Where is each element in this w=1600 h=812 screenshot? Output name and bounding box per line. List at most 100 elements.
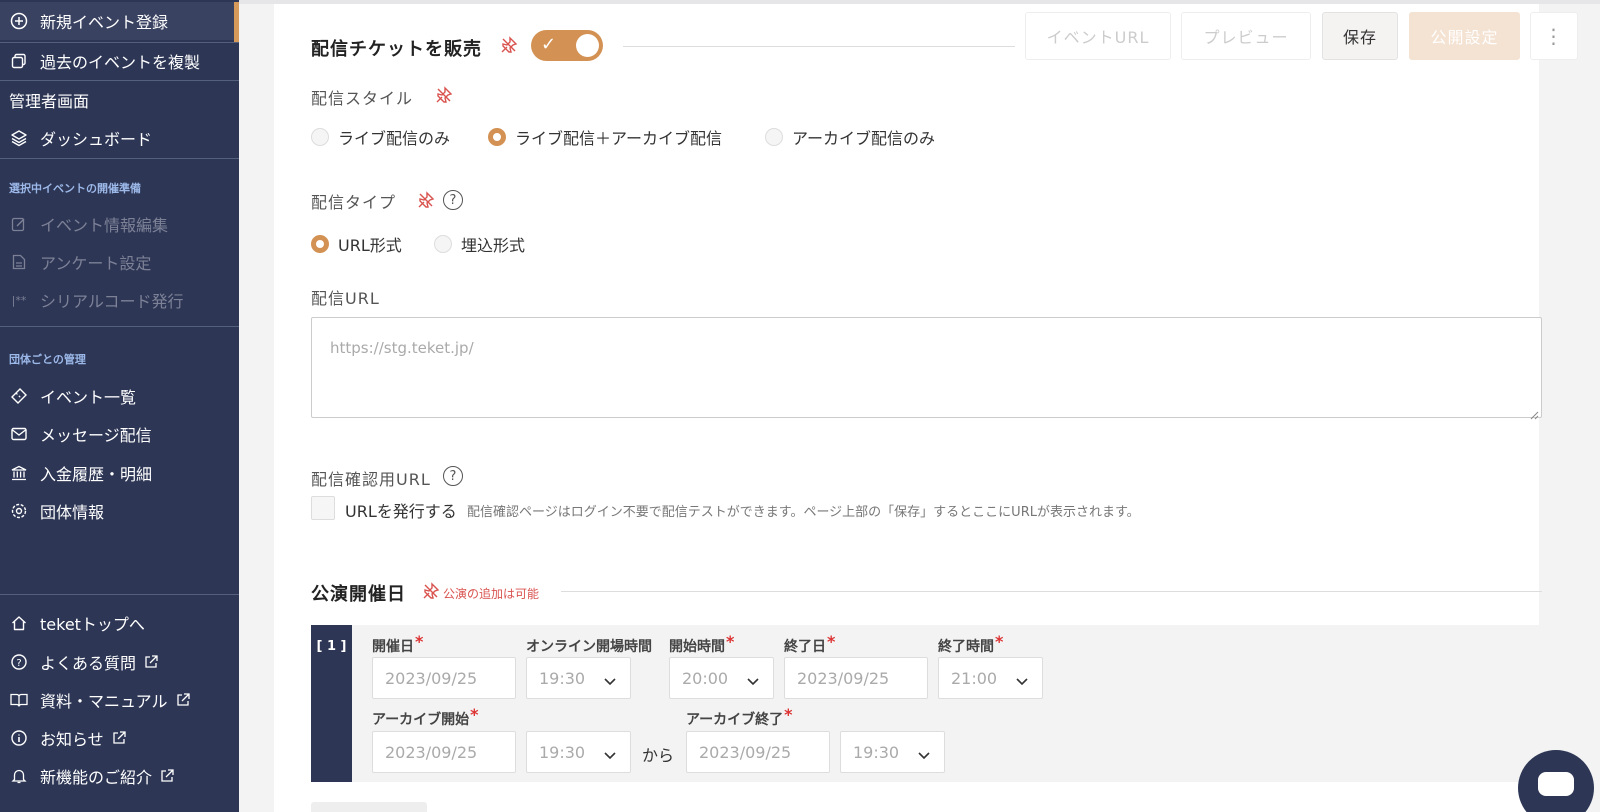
- gear-icon: [8, 500, 30, 522]
- sidebar-item-org-info[interactable]: 団体情報: [0, 492, 239, 530]
- sidebar-item-new-features[interactable]: 新機能のご紹介: [0, 757, 239, 795]
- admin-heading: 管理者画面: [9, 92, 90, 111]
- save-button[interactable]: 保存: [1322, 12, 1398, 60]
- required-mark: *: [995, 632, 1004, 651]
- performance-index: [ 1 ]: [311, 625, 352, 782]
- chevron-down-icon: [604, 745, 616, 764]
- help-icon[interactable]: ?: [443, 466, 463, 486]
- label-text: 開催日: [372, 639, 414, 655]
- sidebar-item-payments[interactable]: 入金履歴・明細: [0, 454, 239, 492]
- input-value: 19:30: [853, 742, 900, 762]
- label-text: 終了日: [784, 639, 826, 655]
- layers-icon: [8, 127, 30, 149]
- sidebar-item-event-list[interactable]: イベント一覧: [0, 377, 239, 415]
- issue-url-checkbox-label: URLを発行する: [345, 502, 457, 521]
- kebab-icon: ⋮: [1543, 24, 1565, 48]
- chat-icon: [1538, 772, 1574, 796]
- sidebar-item-faq[interactable]: ? よくある質問: [0, 643, 239, 681]
- sidebar-item-label: お知らせ: [40, 730, 104, 749]
- input-value: 20:00: [682, 668, 729, 688]
- stream-url-input[interactable]: https://stg.teket.jp/: [311, 317, 1542, 420]
- required-mark: *: [784, 705, 793, 724]
- resize-handle[interactable]: [1529, 405, 1539, 420]
- archive-start-date-input[interactable]: 2023/09/25: [372, 731, 516, 773]
- radio-live-only[interactable]: ライブ配信のみ: [311, 125, 450, 149]
- sidebar-item-serial-code[interactable]: |** シリアルコード発行: [0, 281, 239, 319]
- sell-ticket-toggle[interactable]: ✓: [531, 30, 603, 61]
- sidebar-item-edit-event[interactable]: イベント情報編集: [0, 205, 239, 243]
- preview-button[interactable]: プレビュー: [1181, 12, 1311, 60]
- external-link-icon: [112, 731, 126, 745]
- external-link-icon: [144, 655, 158, 669]
- radio-url-format[interactable]: URL形式: [311, 232, 402, 256]
- more-menu-button[interactable]: ⋮: [1530, 12, 1578, 60]
- event-url-button[interactable]: イベントURL: [1025, 12, 1171, 60]
- sidebar-item-label: 入金履歴・明細: [40, 465, 153, 484]
- date-input[interactable]: 2023/09/25: [372, 657, 516, 699]
- sidebar-item-label: ダッシュボード: [40, 130, 153, 149]
- placeholder: https://stg.teket.jp/: [330, 339, 474, 357]
- archive-end-date-input[interactable]: 2023/09/25: [686, 731, 830, 773]
- archive-start-label: アーカイブ開始*: [372, 705, 479, 729]
- pin-icon: [417, 191, 435, 213]
- label-text: アーカイブ終了: [686, 712, 784, 728]
- chat-widget-button[interactable]: [1518, 750, 1594, 812]
- pin-icon: [435, 86, 453, 108]
- plus-circle-icon: [8, 10, 30, 32]
- publish-settings-button[interactable]: 公開設定: [1409, 12, 1520, 60]
- document-icon: [8, 251, 30, 273]
- archive-end-time-select[interactable]: 19:30: [840, 731, 945, 773]
- radio-label: ライブ配信＋アーカイブ配信: [515, 129, 723, 148]
- sidebar-item-duplicate-event[interactable]: 過去のイベントを複製: [0, 42, 239, 80]
- start-time-select[interactable]: 20:00: [669, 657, 774, 699]
- open-time-select[interactable]: 19:30: [526, 657, 631, 699]
- stream-type-label: 配信タイプ: [311, 193, 397, 212]
- external-link-icon: [160, 769, 174, 783]
- sidebar-item-messages[interactable]: メッセージ配信: [0, 415, 239, 453]
- radio-live-and-archive[interactable]: ライブ配信＋アーカイブ配信: [488, 125, 722, 149]
- open-time-label: オンライン開場時間: [526, 636, 652, 656]
- info-icon: [8, 727, 30, 749]
- add-performance-button[interactable]: [311, 802, 427, 812]
- check-icon: ✓: [541, 34, 557, 55]
- radio-circle: [765, 128, 783, 146]
- sidebar-item-news[interactable]: お知らせ: [0, 719, 239, 757]
- help-icon[interactable]: ?: [443, 190, 463, 210]
- label-text: オンライン開場時間: [526, 639, 652, 655]
- archive-start-time-select[interactable]: 19:30: [526, 731, 631, 773]
- pin-icon: [500, 36, 518, 58]
- radio-archive-only[interactable]: アーカイブ配信のみ: [765, 125, 935, 149]
- sidebar-item-label: 新機能のご紹介: [40, 768, 153, 787]
- radio-embed-format[interactable]: 埋込形式: [434, 232, 525, 256]
- sidebar-item-label: 新規イベント登録: [40, 13, 169, 32]
- sidebar-item-label: 過去のイベントを複製: [40, 53, 201, 72]
- sidebar-item-dashboard[interactable]: ダッシュボード: [0, 119, 239, 157]
- book-icon: [8, 689, 30, 711]
- sidebar-item-survey[interactable]: アンケート設定: [0, 243, 239, 281]
- archive-end-label: アーカイブ終了*: [686, 705, 793, 729]
- chevron-down-icon: [747, 671, 759, 690]
- end-date-input[interactable]: 2023/09/25: [784, 657, 928, 699]
- radio-circle-selected: [488, 128, 506, 146]
- sidebar-item-teket-top[interactable]: teketトップへ: [0, 604, 239, 642]
- sell-ticket-label: 配信チケットを販売: [311, 39, 482, 60]
- sidebar-item-manual[interactable]: 資料・マニュアル: [0, 681, 239, 719]
- sidebar-item-new-event[interactable]: 新規イベント登録: [0, 2, 239, 42]
- pin-icon: [422, 582, 440, 604]
- stream-url-label: 配信URL: [311, 289, 380, 308]
- chevron-down-icon: [604, 671, 616, 690]
- ticket-icon: [8, 385, 30, 407]
- sidebar-item-label: 団体情報: [40, 503, 105, 522]
- section-heading-org: 団体ごとの管理: [9, 353, 86, 366]
- chevron-down-icon: [1016, 671, 1028, 690]
- check-url-label: 配信確認用URL: [311, 470, 431, 489]
- performance-date-title: 公演開催日: [311, 584, 406, 605]
- radio-circle: [434, 235, 452, 253]
- top-border: [239, 0, 1600, 4]
- sidebar-item-label: イベント一覧: [40, 388, 137, 407]
- radio-circle: [311, 128, 329, 146]
- issue-url-checkbox[interactable]: [311, 496, 335, 520]
- radio-label: ライブ配信のみ: [338, 129, 451, 148]
- end-date-label: 終了日*: [784, 632, 835, 656]
- end-time-select[interactable]: 21:00: [938, 657, 1043, 699]
